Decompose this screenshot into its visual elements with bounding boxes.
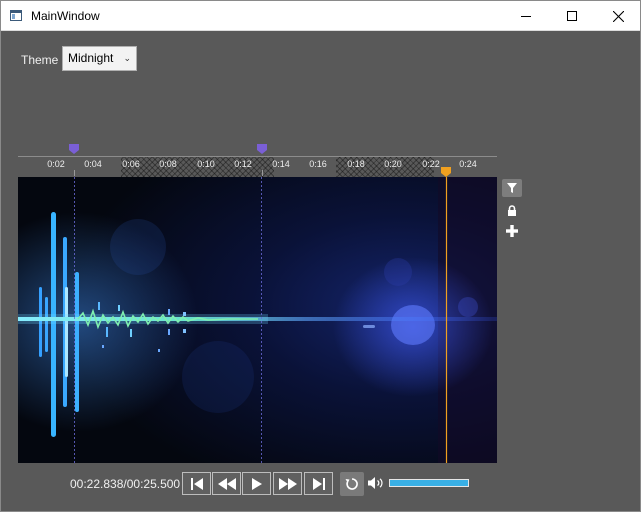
app-icon bbox=[10, 10, 22, 21]
maximize-icon bbox=[567, 11, 577, 21]
lock-icon bbox=[508, 204, 516, 216]
main-window: MainWindow Theme Midnight ⌄ 0:02 0:04 0:… bbox=[0, 0, 641, 512]
range-end-marker[interactable] bbox=[257, 144, 267, 154]
rewind-icon bbox=[217, 477, 236, 490]
tick-label: 0:20 bbox=[384, 159, 402, 169]
volume-slider[interactable] bbox=[389, 479, 469, 487]
maximize-button[interactable] bbox=[549, 1, 595, 31]
ruler-tick bbox=[74, 170, 75, 176]
chevron-down-icon: ⌄ bbox=[123, 53, 131, 63]
close-button[interactable] bbox=[595, 1, 641, 31]
tick-label: 0:24 bbox=[459, 159, 477, 169]
fast-forward-icon bbox=[278, 477, 297, 490]
tick-label: 0:02 bbox=[47, 159, 65, 169]
playhead-marker[interactable] bbox=[441, 167, 451, 177]
add-button[interactable] bbox=[502, 222, 522, 240]
minimize-icon bbox=[521, 16, 531, 17]
lock-button[interactable] bbox=[502, 201, 522, 219]
tick-label: 0:16 bbox=[309, 159, 327, 169]
title-bar[interactable]: MainWindow bbox=[1, 1, 640, 31]
audio-visualizer-image bbox=[18, 177, 497, 463]
timeline-ruler[interactable]: 0:02 0:04 0:06 0:08 0:10 0:12 0:14 0:16 … bbox=[18, 144, 497, 177]
loop-button[interactable] bbox=[340, 472, 364, 496]
play-button[interactable] bbox=[242, 472, 271, 495]
minimize-button[interactable] bbox=[503, 1, 549, 31]
range-start-marker[interactable] bbox=[69, 144, 79, 154]
tick-label: 0:06 bbox=[122, 159, 140, 169]
filter-icon bbox=[507, 183, 517, 193]
volume-level bbox=[390, 480, 468, 486]
plus-icon bbox=[506, 225, 518, 237]
tick-label: 0:08 bbox=[159, 159, 177, 169]
tick-label: 0:12 bbox=[234, 159, 252, 169]
theme-label: Theme bbox=[21, 53, 59, 67]
close-icon bbox=[612, 10, 624, 22]
play-icon bbox=[251, 477, 262, 490]
skip-end-button[interactable] bbox=[304, 472, 333, 495]
volume-icon[interactable] bbox=[367, 476, 387, 490]
fast-forward-button[interactable] bbox=[273, 472, 302, 495]
theme-selected-value: Midnight bbox=[68, 51, 114, 65]
tick-label: 0:14 bbox=[272, 159, 290, 169]
theme-dropdown[interactable]: Midnight ⌄ bbox=[62, 46, 137, 71]
skip-start-button[interactable] bbox=[182, 472, 211, 495]
video-preview[interactable] bbox=[18, 177, 497, 463]
skip-end-icon bbox=[312, 477, 325, 490]
ruler-tick bbox=[262, 170, 263, 176]
skip-start-icon bbox=[190, 477, 203, 490]
time-display: 00:22.838/00:25.500 bbox=[70, 477, 181, 491]
window-title: MainWindow bbox=[31, 9, 100, 23]
tick-label: 0:10 bbox=[197, 159, 215, 169]
rewind-button[interactable] bbox=[212, 472, 241, 495]
loop-icon bbox=[345, 478, 358, 490]
filter-button[interactable] bbox=[502, 179, 522, 197]
tick-label: 0:04 bbox=[84, 159, 102, 169]
tick-label: 0:18 bbox=[347, 159, 365, 169]
